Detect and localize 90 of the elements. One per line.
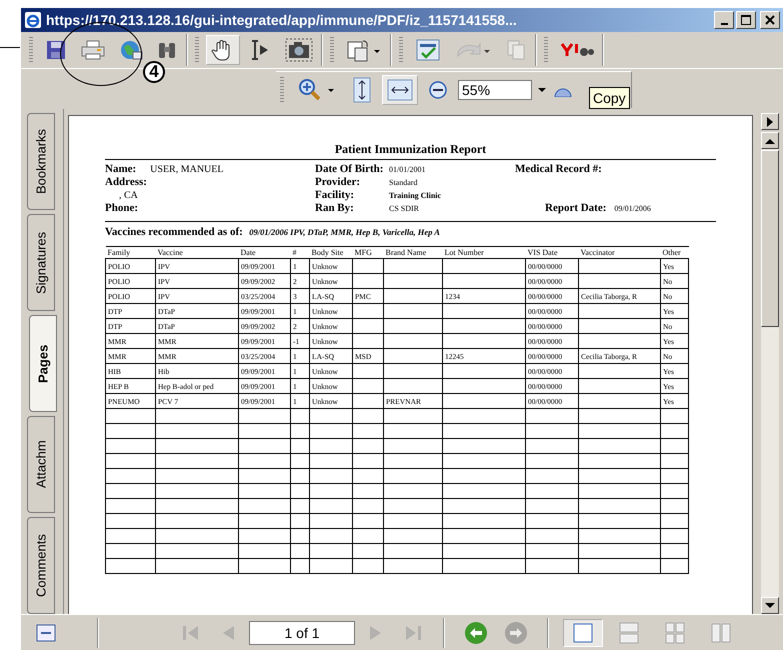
- facing-icon: [663, 622, 687, 644]
- field-value: 01/01/2001: [389, 164, 426, 176]
- scroll-down-button[interactable]: [761, 597, 779, 614]
- sidebar-tab[interactable]: Bookmarks: [27, 113, 55, 210]
- continuous-icon: [617, 622, 641, 644]
- column-header: Vaccinator: [578, 246, 660, 258]
- column-header: Body Site: [310, 246, 352, 258]
- fit-width-icon: [387, 78, 413, 102]
- field-value: USER, MANUEL: [150, 164, 224, 176]
- single-page-icon: [571, 622, 595, 644]
- sidebar-tab[interactable]: Comments: [27, 517, 55, 614]
- annotation-line: [0, 47, 20, 48]
- table-cell: [384, 288, 442, 304]
- expand-panel-button[interactable]: [761, 113, 779, 130]
- magnifier-plus-icon: [297, 77, 337, 103]
- fit-width-button[interactable]: [382, 75, 418, 105]
- close-button[interactable]: [760, 11, 780, 29]
- table-cell: [384, 334, 442, 348]
- field-value: , CA: [118, 190, 138, 202]
- field-value: Training Clinic: [389, 190, 442, 202]
- up-triangle-icon: [765, 138, 775, 144]
- page-number-field[interactable]: 1 of 1: [249, 620, 355, 644]
- sidebar-tab[interactable]: Attachm: [27, 416, 55, 513]
- field-value: CS SDIR: [389, 203, 420, 215]
- close-icon: [765, 15, 775, 25]
- down-triangle-icon: [765, 602, 775, 608]
- table-cell: [352, 378, 384, 394]
- minus-circle-icon: [427, 79, 449, 101]
- scroll-up-button[interactable]: [761, 132, 779, 149]
- table-cell: [384, 304, 442, 318]
- column-header: Family: [106, 246, 156, 258]
- table-cell: [352, 364, 384, 378]
- field-label: Phone:: [105, 202, 138, 214]
- field-value: 09/01/2006: [614, 203, 651, 215]
- field-label: Ran By:: [315, 202, 355, 214]
- column-header: Other: [660, 246, 688, 258]
- column-header: Brand Name: [384, 246, 442, 258]
- maximize-icon: [741, 15, 751, 25]
- maximize-button[interactable]: [736, 11, 756, 29]
- sidebar-tab[interactable]: Signatures: [27, 214, 55, 311]
- field-label: Vaccines recommended as of:: [105, 226, 243, 238]
- field-label: Report Date:: [545, 202, 606, 214]
- table-cell: [352, 334, 384, 348]
- minimize-icon: [720, 23, 728, 25]
- document-dropdown-icon: [346, 38, 382, 62]
- column-header: #: [290, 246, 310, 258]
- field-label: Address:: [105, 176, 147, 188]
- table-cell: [384, 274, 442, 288]
- column-header: Date: [238, 246, 290, 258]
- table-cell: [352, 318, 384, 334]
- browser-icon: [24, 11, 42, 29]
- spell-check-icon: [415, 38, 441, 62]
- window-icon: [36, 624, 56, 642]
- field-label: Name:: [105, 163, 136, 175]
- column-header: MFG: [352, 246, 384, 258]
- fit-page-icon: [351, 77, 373, 103]
- copy-pages-icon: [505, 38, 527, 62]
- sidebar-tab[interactable]: Pages: [29, 315, 57, 412]
- field-label: Facility:: [315, 189, 356, 201]
- tooltip: Copy: [589, 87, 630, 109]
- column-header: Lot Number: [442, 246, 526, 258]
- column-header: VIS Date: [526, 246, 578, 258]
- zoom-field[interactable]: 55%: [458, 80, 532, 100]
- table-cell: [384, 258, 442, 274]
- page-layout-button[interactable]: [563, 618, 603, 646]
- printer-icon: [80, 39, 106, 61]
- column-header: Vaccine: [156, 246, 238, 258]
- table-cell: [352, 274, 384, 288]
- two-page-icon: [709, 622, 733, 644]
- caret-icon: [538, 88, 546, 92]
- camera-icon: [285, 38, 313, 62]
- field-value: Standard: [389, 177, 418, 189]
- right-triangle-icon: [766, 116, 774, 126]
- table-cell: [384, 364, 442, 378]
- table-cell: [384, 318, 442, 334]
- report-title: Patient Immunization Report: [105, 142, 716, 160]
- table-cell: [384, 378, 442, 394]
- field-label: Date Of Birth:: [315, 163, 381, 175]
- field-value: 09/01/2006 IPV, DTaP, MMR, Hep B, Varicella, Hep A: [249, 227, 440, 237]
- field-label: Provider:: [315, 176, 362, 188]
- scroll-thumb[interactable]: [761, 150, 779, 327]
- globe-icon: [119, 39, 143, 61]
- field-label: Medical Record #:: [515, 163, 603, 175]
- table-cell: [352, 258, 384, 274]
- zoom-dropdown-button[interactable]: [536, 86, 548, 94]
- table-cell: [384, 348, 442, 364]
- minimize-button[interactable]: [714, 11, 734, 29]
- table-cell: [352, 304, 384, 318]
- window-title: https://170.213.128.16/gui-integrated/app/immune/PDF/iz_1157141558...: [46, 12, 518, 28]
- hand-tool-button[interactable]: [206, 35, 240, 65]
